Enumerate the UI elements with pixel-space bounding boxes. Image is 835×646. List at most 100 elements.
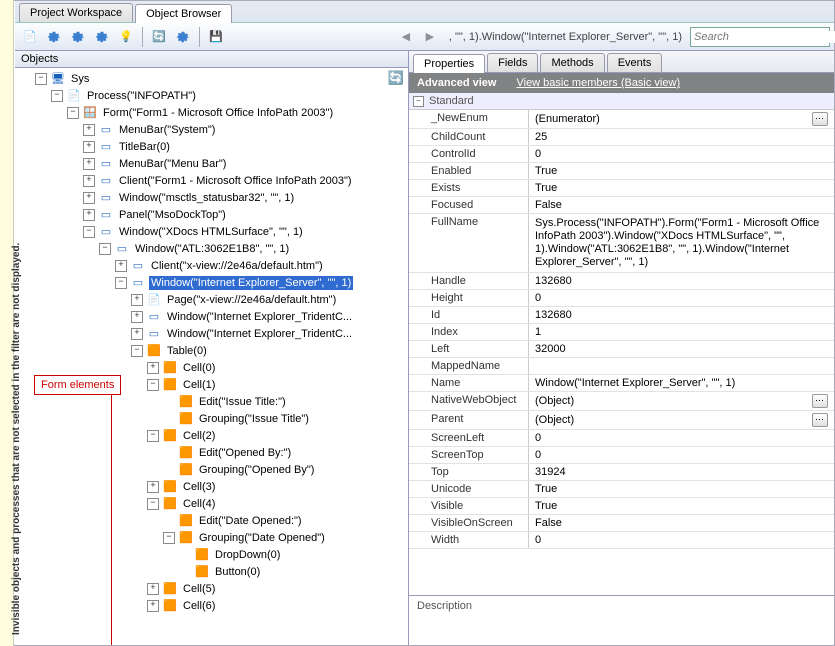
description-panel: Description [409, 595, 834, 645]
tree-node-cell4[interactable]: −🟧Cell(4) [15, 495, 408, 512]
tree-node-button0[interactable]: 🟧Button(0) [15, 563, 408, 580]
tree-node-statusbar[interactable]: +▭Window("msctls_statusbar32", "", 1) [15, 189, 408, 206]
prop-value[interactable]: False [529, 515, 834, 531]
gear4-icon[interactable] [172, 26, 194, 48]
prop-name: Id [409, 307, 529, 323]
prop-name: FullName [409, 214, 529, 272]
gear2-icon[interactable] [67, 26, 89, 48]
refresh-icon[interactable]: 🔄 [148, 26, 170, 48]
object-tree[interactable]: 🔄 −🖥Sys −📄Process("INFOPATH") −🪟Form("Fo… [15, 68, 408, 616]
tree-node-group-date[interactable]: −🟧Grouping("Date Opened") [15, 529, 408, 546]
tree-node-process[interactable]: −📄Process("INFOPATH") [15, 87, 408, 104]
prop-value[interactable]: 0 [529, 532, 834, 548]
prop-value[interactable]: 132680 [529, 307, 834, 323]
prop-row: Index1 [409, 324, 834, 341]
map-object-icon[interactable]: 📄 [19, 26, 41, 48]
search-input[interactable] [694, 31, 835, 43]
category-label: Standard [429, 95, 474, 107]
search-box[interactable]: 🔍▾ [690, 27, 830, 47]
save-icon[interactable]: 💾 [205, 26, 227, 48]
prop-value[interactable]: Sys.Process("INFOPATH").Form("Form1 - Mi… [529, 214, 834, 272]
tree-node-sys[interactable]: −🖥Sys [15, 70, 408, 87]
tree-node-titlebar[interactable]: +▭TitleBar(0) [15, 138, 408, 155]
tree-node-atl[interactable]: −▭Window("ATL:3062E1B8", "", 1) [15, 240, 408, 257]
tree-node-menubar-menu[interactable]: +▭MenuBar("Menu Bar") [15, 155, 408, 172]
prop-value[interactable] [529, 358, 834, 374]
prop-name: Height [409, 290, 529, 306]
prop-value[interactable]: 132680 [529, 273, 834, 289]
prop-name: Name [409, 375, 529, 391]
tab-fields[interactable]: Fields [487, 53, 538, 72]
tree-node-cell0[interactable]: +🟧Cell(0) [15, 359, 408, 376]
tree-node-group-issue[interactable]: 🟧Grouping("Issue Title") [15, 410, 408, 427]
tree-node-form[interactable]: −🪟Form("Form1 - Microsoft Office InfoPat… [15, 104, 408, 121]
tree-node-group-opened[interactable]: 🟧Grouping("Opened By") [15, 461, 408, 478]
prop-row: EnabledTrue [409, 163, 834, 180]
forward-icon[interactable]: ▶ [419, 26, 441, 48]
tree-node-dropdown0[interactable]: 🟧DropDown(0) [15, 546, 408, 563]
prop-row: ChildCount25 [409, 129, 834, 146]
ellipsis-button[interactable]: ⋯ [812, 112, 828, 126]
tree-node-cell3[interactable]: +🟧Cell(3) [15, 478, 408, 495]
prop-name: ScreenLeft [409, 430, 529, 446]
gear1-icon[interactable] [43, 26, 65, 48]
tree-node-xdocs[interactable]: −▭Window("XDocs HTMLSurface", "", 1) [15, 223, 408, 240]
prop-row: FocusedFalse [409, 197, 834, 214]
prop-value[interactable]: True [529, 163, 834, 179]
tree-node-ie-server[interactable]: −▭Window("Internet Explorer_Server", "",… [15, 274, 408, 291]
tree-node-client-xview[interactable]: +▭Client("x-view://2e46a/default.htm") [15, 257, 408, 274]
prop-value[interactable]: 1 [529, 324, 834, 340]
tree-node-cell6[interactable]: +🟧Cell(6) [15, 597, 408, 614]
ellipsis-button[interactable]: ⋯ [812, 413, 828, 427]
basic-view-link[interactable]: View basic members (Basic view) [516, 77, 680, 89]
refresh-tree-icon[interactable]: 🔄 [388, 70, 404, 86]
prop-value[interactable]: (Object)⋯ [529, 392, 834, 410]
prop-value[interactable]: True [529, 481, 834, 497]
collapse-icon[interactable]: − [413, 96, 424, 107]
tab-methods[interactable]: Methods [540, 53, 604, 72]
prop-name: Parent [409, 411, 529, 429]
properties-grid[interactable]: −Standard _NewEnum(Enumerator)⋯ ChildCou… [409, 93, 834, 595]
back-icon[interactable]: ◀ [395, 26, 417, 48]
tree-node-panel[interactable]: +▭Panel("MsoDockTop") [15, 206, 408, 223]
tree-node-trident1[interactable]: +▭Window("Internet Explorer_TridentC... [15, 308, 408, 325]
prop-value[interactable]: False [529, 197, 834, 213]
prop-value[interactable]: Window("Internet Explorer_Server", "", 1… [529, 375, 834, 391]
tab-properties[interactable]: Properties [413, 54, 485, 73]
tab-object-browser[interactable]: Object Browser [135, 4, 232, 23]
ellipsis-button[interactable]: ⋯ [812, 394, 828, 408]
prop-name: _NewEnum [409, 110, 529, 128]
tab-events[interactable]: Events [607, 53, 663, 72]
tree-node-edit-opened[interactable]: 🟧Edit("Opened By:") [15, 444, 408, 461]
prop-value[interactable]: 0 [529, 447, 834, 463]
prop-value[interactable]: True [529, 498, 834, 514]
callout-form-elements: Form elements [34, 375, 121, 395]
prop-value[interactable]: 0 [529, 430, 834, 446]
prop-value[interactable]: True [529, 180, 834, 196]
tree-node-edit-issue[interactable]: 🟧Edit("Issue Title:") [15, 393, 408, 410]
prop-row: Handle132680 [409, 273, 834, 290]
prop-value[interactable]: 25 [529, 129, 834, 145]
property-tabs: Properties Fields Methods Events [409, 51, 834, 73]
tree-node-page-xview[interactable]: +📄Page("x-view://2e46a/default.htm") [15, 291, 408, 308]
tree-node-cell2[interactable]: −🟧Cell(2) [15, 427, 408, 444]
tree-node-trident2[interactable]: +▭Window("Internet Explorer_TridentC... [15, 325, 408, 342]
tree-node-menubar-system[interactable]: +▭MenuBar("System") [15, 121, 408, 138]
tree-node-table0[interactable]: −🟧Table(0) [15, 342, 408, 359]
tree-node-client[interactable]: +▭Client("Form1 - Microsoft Office InfoP… [15, 172, 408, 189]
prop-value[interactable]: (Object)⋯ [529, 411, 834, 429]
highlight-icon[interactable]: 💡 [115, 26, 137, 48]
prop-name: Top [409, 464, 529, 480]
tab-project-workspace[interactable]: Project Workspace [19, 3, 133, 22]
prop-value[interactable]: 0 [529, 290, 834, 306]
prop-value[interactable]: 0 [529, 146, 834, 162]
prop-value[interactable]: (Enumerator)⋯ [529, 110, 834, 128]
description-label: Description [417, 600, 472, 612]
category-standard[interactable]: −Standard [409, 93, 834, 110]
prop-name: ChildCount [409, 129, 529, 145]
prop-value[interactable]: 31924 [529, 464, 834, 480]
prop-value[interactable]: 32000 [529, 341, 834, 357]
gear3-icon[interactable] [91, 26, 113, 48]
tree-node-cell5[interactable]: +🟧Cell(5) [15, 580, 408, 597]
tree-node-edit-date[interactable]: 🟧Edit("Date Opened:") [15, 512, 408, 529]
